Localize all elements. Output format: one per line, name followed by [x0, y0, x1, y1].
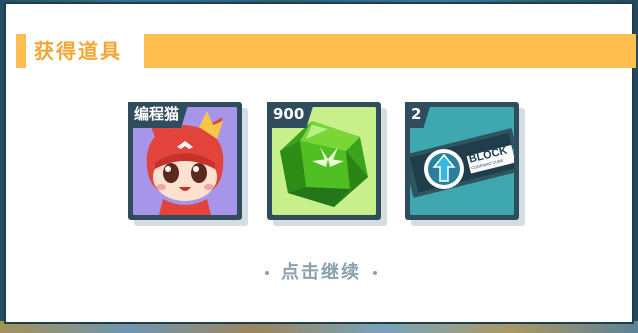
reward-item-cat[interactable]: 编程猫 [128, 102, 248, 226]
decor-dot-left [265, 271, 269, 275]
item-tag: 900 [267, 102, 314, 128]
continue-button[interactable]: 点击继续 [2, 258, 638, 284]
dialog-title-bar: 获得道具 [16, 34, 636, 68]
dialog-title: 获得道具 [34, 39, 122, 63]
continue-label: 点击继续 [281, 262, 361, 283]
reward-items: 编程猫 900 2 BLOCK CODEMAO CUBE [124, 102, 534, 232]
block-ticket-icon: BLOCK CODEMAO CUBE [410, 107, 514, 215]
title-accent-bar [144, 34, 636, 68]
decor-dot-right [373, 271, 377, 275]
item-tag: 编程猫 [128, 102, 189, 128]
reward-item-ticket[interactable]: 2 BLOCK CODEMAO CUBE [405, 102, 525, 226]
reward-dialog: 获得道具 编程猫 900 2 BLOCK CODEMAO CUBE 点击继续 [4, 2, 636, 324]
reward-item-gem[interactable]: 900 [267, 102, 387, 226]
title-accent-stub [16, 34, 26, 68]
